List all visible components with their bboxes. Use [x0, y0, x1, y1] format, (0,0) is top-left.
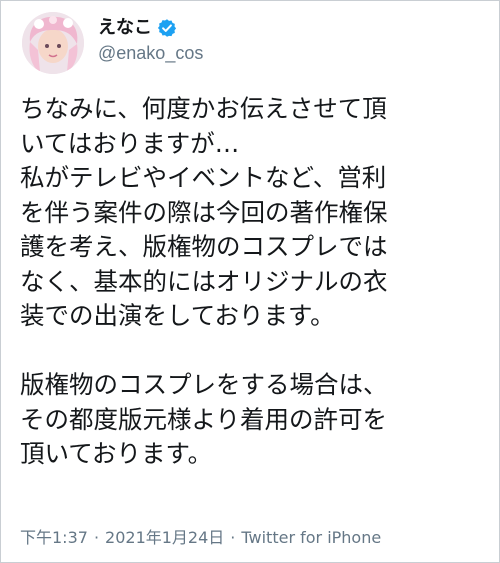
tweet-text: ちなみに、何度かお伝えさせて頂 いてはおりますが… 私がテレビやイベントなど、営利を… — [20, 92, 490, 472]
verified-badge-icon — [157, 18, 177, 38]
tweet-date[interactable]: 2021年1月24日 — [105, 528, 224, 547]
tweet-meta: 下午1:37 · 2021年1月24日 · Twitter for iPhone — [20, 527, 381, 549]
user-handle[interactable]: @enako_cos — [98, 42, 203, 64]
meta-separator: · — [93, 528, 100, 547]
tweet-text-line: その都度版元様より着用の許可を — [20, 404, 388, 434]
tweet-text-line: ちなみに、何度かお伝えさせて頂 — [20, 94, 387, 123]
tweet-text-line: いてはおりますが… — [20, 128, 240, 158]
meta-separator: · — [230, 528, 236, 547]
tweet-card: えなこ @enako_cos ちなみに、何度かお伝えさせて頂 いてはおりますが… 私… — [0, 0, 500, 563]
display-name[interactable]: えなこ — [98, 17, 152, 39]
avatar[interactable] — [22, 12, 84, 74]
tweet-source[interactable]: Twitter for iPhone — [241, 528, 381, 547]
tweet-time[interactable]: 下午1:37 — [20, 528, 88, 547]
author-name-row[interactable]: えなこ — [98, 17, 177, 39]
tweet-text-line: 装での出演をしております。 — [20, 301, 335, 330]
tweet-text-line: 護を考え、版権物のコスプレでは — [20, 232, 388, 261]
tweet-text-line: 私がテレビやイベントなど、営利 — [20, 163, 387, 192]
tweet-text-line — [20, 334, 490, 369]
tweet-text-line: 頂いております。 — [20, 439, 213, 468]
tweet-text-line: 版権物のコスプレをする場合は、 — [20, 370, 388, 399]
tweet-text-line: なく、基本的にはオリジナルの衣 — [20, 266, 388, 296]
tweet-text-line: を伴う案件の際は今回の著作権保 — [20, 197, 388, 227]
